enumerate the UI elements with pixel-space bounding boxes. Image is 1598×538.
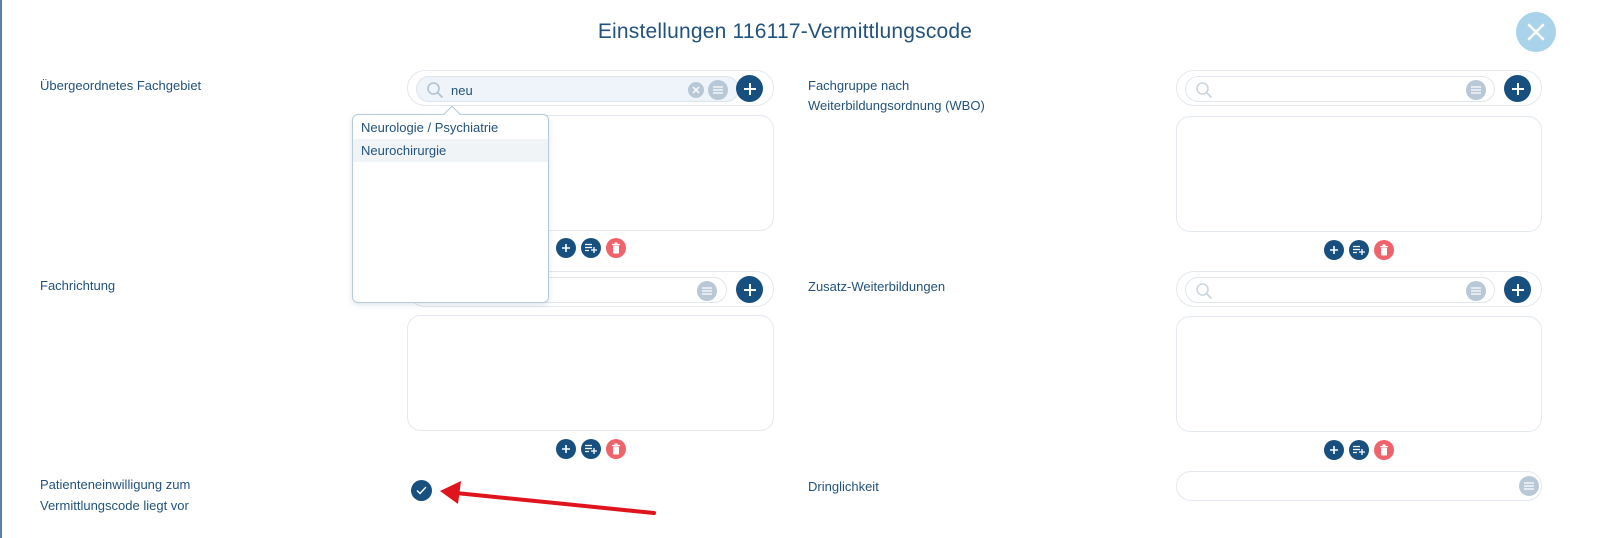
fachgruppe-search-field[interactable]	[1185, 76, 1495, 102]
zusatz-search-input[interactable]	[1220, 282, 1420, 300]
plus-icon	[1511, 82, 1524, 95]
close-icon	[1527, 23, 1545, 41]
check-icon	[416, 486, 427, 495]
list-icon	[1471, 287, 1481, 295]
list-menu-button[interactable]	[1466, 281, 1486, 301]
fachrichtung-add-item-button[interactable]	[556, 439, 576, 459]
list-menu-button[interactable]	[708, 80, 728, 100]
fachrichtung-add-button[interactable]	[736, 276, 763, 303]
patienteneinwilligung-label: Patienteneinwilligung zum Vermittlungsco…	[40, 474, 190, 516]
playlist-add-icon	[1353, 245, 1365, 255]
search-icon	[1196, 283, 1212, 299]
plus-icon	[743, 283, 756, 296]
fachrichtung-add-to-list-button[interactable]	[581, 439, 601, 459]
zusatz-add-item-button[interactable]	[1324, 440, 1344, 460]
list-menu-button[interactable]	[1519, 476, 1539, 496]
zusatz-delete-button[interactable]	[1374, 440, 1394, 460]
autocomplete-dropdown: Neurologie / Psychiatrie Neurochirurgie	[352, 105, 549, 303]
list-menu-button[interactable]	[1466, 80, 1486, 100]
playlist-add-icon	[1353, 445, 1365, 455]
fachgebiet-add-to-list-button[interactable]	[581, 238, 601, 258]
dringlichkeit-select[interactable]	[1176, 471, 1542, 501]
list-icon	[713, 86, 723, 94]
fachgruppe-label: Fachgruppe nach Weiterbildungsordnung (W…	[808, 76, 985, 116]
plus-icon	[1330, 246, 1338, 254]
fachgruppe-search-input[interactable]	[1220, 81, 1420, 99]
fachgruppe-add-to-list-button[interactable]	[1349, 240, 1369, 260]
fachgruppe-add-item-button[interactable]	[1324, 240, 1344, 260]
fachgebiet-delete-button[interactable]	[606, 238, 626, 258]
dialog-title: Einstellungen 116117-Vermittlungscode	[597, 20, 973, 43]
patienteneinwilligung-label-line2: Vermittlungscode liegt vor	[40, 498, 189, 513]
window-left-edge	[0, 0, 2, 538]
plus-icon	[562, 445, 570, 453]
zusatz-label: Zusatz-Weiterbildungen	[808, 279, 946, 294]
fachgebiet-add-item-button[interactable]	[556, 238, 576, 258]
fachgebiet-add-button[interactable]	[736, 75, 763, 102]
clear-icon	[692, 86, 700, 94]
plus-icon	[743, 82, 756, 95]
fachrichtung-label: Fachrichtung	[40, 278, 116, 293]
playlist-add-icon	[585, 243, 597, 253]
plus-icon	[1330, 446, 1338, 454]
trash-icon	[612, 443, 620, 455]
patienteneinwilligung-label-line1: Patienteneinwilligung zum	[40, 477, 191, 492]
plus-icon	[562, 244, 570, 252]
dringlichkeit-label: Dringlichkeit	[808, 479, 879, 494]
search-icon	[427, 82, 443, 98]
dropdown-option-neurochirurgie[interactable]: Neurochirurgie	[353, 139, 548, 162]
trash-icon	[1380, 244, 1388, 256]
fachrichtung-list-box[interactable]	[407, 315, 774, 431]
zusatz-search-field[interactable]	[1185, 277, 1495, 303]
dropdown-option-neurologie[interactable]: Neurologie / Psychiatrie	[353, 116, 548, 139]
fachrichtung-delete-button[interactable]	[606, 439, 626, 459]
zusatz-add-to-list-button[interactable]	[1349, 440, 1369, 460]
fachgruppe-add-button[interactable]	[1504, 75, 1531, 102]
search-icon	[1196, 82, 1212, 98]
list-icon	[1471, 86, 1481, 94]
list-icon	[1524, 482, 1534, 490]
zusatz-add-button[interactable]	[1504, 276, 1531, 303]
fachgebiet-search-bar	[407, 70, 774, 106]
fachgruppe-list-box[interactable]	[1176, 116, 1542, 232]
fachgruppe-label-line1: Fachgruppe nach	[808, 78, 910, 93]
plus-icon	[1511, 283, 1524, 296]
fachgebiet-label: Übergeordnetes Fachgebiet	[40, 78, 202, 93]
zusatz-search-bar	[1176, 271, 1542, 307]
fachgruppe-label-line2: Weiterbildungsordnung (WBO)	[808, 98, 985, 113]
list-menu-button[interactable]	[697, 281, 717, 301]
clear-search-button[interactable]	[688, 82, 704, 98]
zusatz-list-box[interactable]	[1176, 316, 1542, 432]
fachgruppe-search-bar	[1176, 70, 1542, 106]
fachgruppe-delete-button[interactable]	[1374, 240, 1394, 260]
fachgebiet-search-input[interactable]	[451, 81, 651, 99]
playlist-add-icon	[585, 444, 597, 454]
close-button[interactable]	[1516, 12, 1556, 52]
patienteneinwilligung-checkbox[interactable]	[411, 480, 432, 501]
list-icon	[702, 287, 712, 295]
trash-icon	[612, 242, 620, 254]
fachgebiet-search-field[interactable]	[416, 76, 739, 102]
trash-icon	[1380, 444, 1388, 456]
